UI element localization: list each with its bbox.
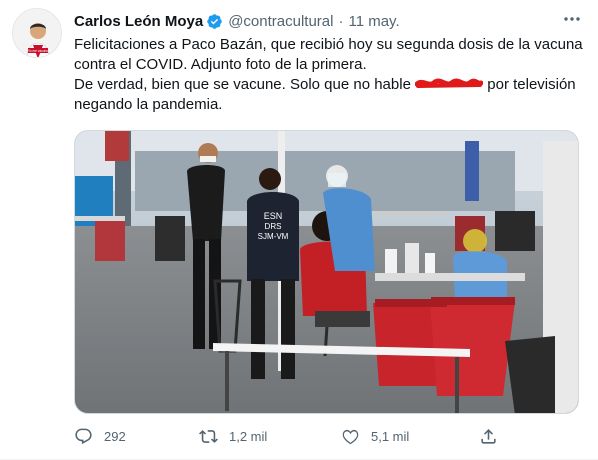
- avatar-image: Yo me vacuno: [13, 9, 61, 57]
- tweet-actions: 292 1,2 mil 5,1 mil: [74, 424, 514, 448]
- like-icon: [342, 429, 359, 444]
- reply-icon: [75, 428, 92, 444]
- redaction-scribble: [415, 78, 484, 88]
- reply-count: 292: [104, 428, 126, 444]
- avatar-badge-text: Yo me vacuno: [28, 49, 48, 53]
- share-button[interactable]: [479, 424, 509, 448]
- share-icon: [481, 428, 496, 444]
- more-icon[interactable]: [562, 12, 582, 26]
- verified-badge-icon: [207, 13, 222, 29]
- tweet-line-3-end: por televisión: [487, 76, 576, 93]
- author-handle[interactable]: @contracultural: [228, 13, 333, 30]
- tweet-photo[interactable]: ESN DRS SJM-VM: [74, 130, 579, 414]
- tweet-line-4: negando la pandemia.: [74, 96, 223, 113]
- retweet-count: 1,2 mil: [229, 428, 268, 444]
- retweet-icon: [199, 429, 218, 443]
- tweet-text: Felicitaciones a Paco Bazán, que recibió…: [74, 35, 584, 115]
- vest-text-line-3: SJM-VM: [258, 232, 289, 241]
- author-name[interactable]: Carlos León Moya: [74, 13, 203, 30]
- tweet-date[interactable]: 11 may.: [348, 13, 399, 30]
- vest-text-line-1: ESN: [264, 211, 283, 221]
- tweet-header: Carlos León Moya @contracultural · 11 ma…: [74, 10, 558, 32]
- tweet-line-2: contra el COVID. Adjunto foto de la prim…: [74, 56, 367, 73]
- like-button[interactable]: 5,1 mil: [341, 424, 409, 448]
- tweet-line-1: Felicitaciones a Paco Bazán, que recibió…: [74, 36, 583, 53]
- tweet-line-3: De verdad, bien que se vacune. Solo que …: [74, 75, 584, 95]
- vest-text-line-2: DRS: [265, 222, 282, 231]
- retweet-button[interactable]: 1,2 mil: [199, 424, 267, 448]
- vaccination-scene-image: ESN DRS SJM-VM: [75, 131, 578, 413]
- like-count: 5,1 mil: [371, 428, 410, 444]
- reply-button[interactable]: 292: [74, 424, 126, 448]
- avatar[interactable]: Yo me vacuno: [12, 8, 62, 58]
- tweet-line-3-start: De verdad, bien que se vacune. Solo que …: [74, 76, 411, 93]
- tweet-card[interactable]: Yo me vacuno Carlos León Moya @contracul…: [0, 0, 598, 460]
- separator-dot: ·: [338, 12, 344, 30]
